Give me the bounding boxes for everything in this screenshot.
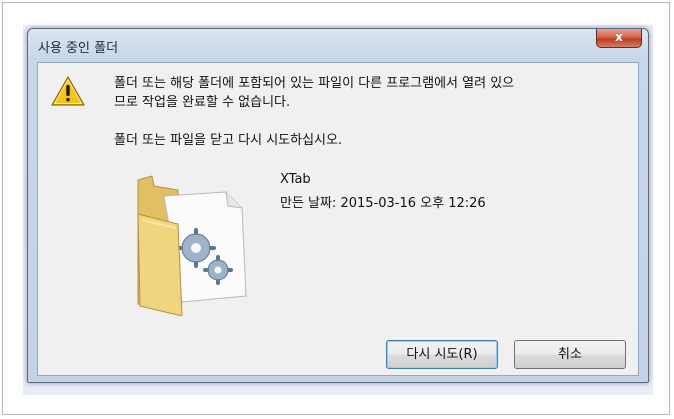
instruction-text: 폴더 또는 파일을 닫고 다시 시도하십시오.: [114, 133, 343, 148]
file-in-use-dialog: 사용 중인 폴더 x 폴더 또는 해당 폴더에 포함되어 있는 파일이 다른 프…: [27, 28, 649, 383]
file-name: XTab: [280, 172, 311, 187]
close-button[interactable]: x: [596, 29, 642, 48]
cancel-button[interactable]: 취소: [514, 340, 626, 369]
error-message-line-2: 므로 작업을 완료할 수 없습니다.: [114, 95, 291, 110]
dialog-title: 사용 중인 폴더: [38, 41, 119, 56]
title-bar: 사용 중인 폴더 x: [28, 29, 648, 61]
error-message: 폴더 또는 해당 폴더에 포함되어 있는 파일이 다른 프로그램에서 열려 있으…: [114, 74, 624, 112]
error-message-line-1: 폴더 또는 해당 폴더에 포함되어 있는 파일이 다른 프로그램에서 열려 있으: [114, 76, 515, 91]
retry-button[interactable]: 다시 시도(R): [386, 340, 498, 369]
folder-settings-icon: [137, 175, 247, 316]
screenshot-frame: 사용 중인 폴더 x 폴더 또는 해당 폴더에 포함되어 있는 파일이 다른 프…: [2, 2, 670, 415]
file-created-date: 만든 날짜: 2015-03-16 오후 12:26: [280, 196, 486, 211]
warning-icon: [51, 76, 85, 106]
close-icon: x: [615, 30, 623, 44]
dialog-content: 폴더 또는 해당 폴더에 포함되어 있는 파일이 다른 프로그램에서 열려 있으…: [37, 62, 639, 376]
